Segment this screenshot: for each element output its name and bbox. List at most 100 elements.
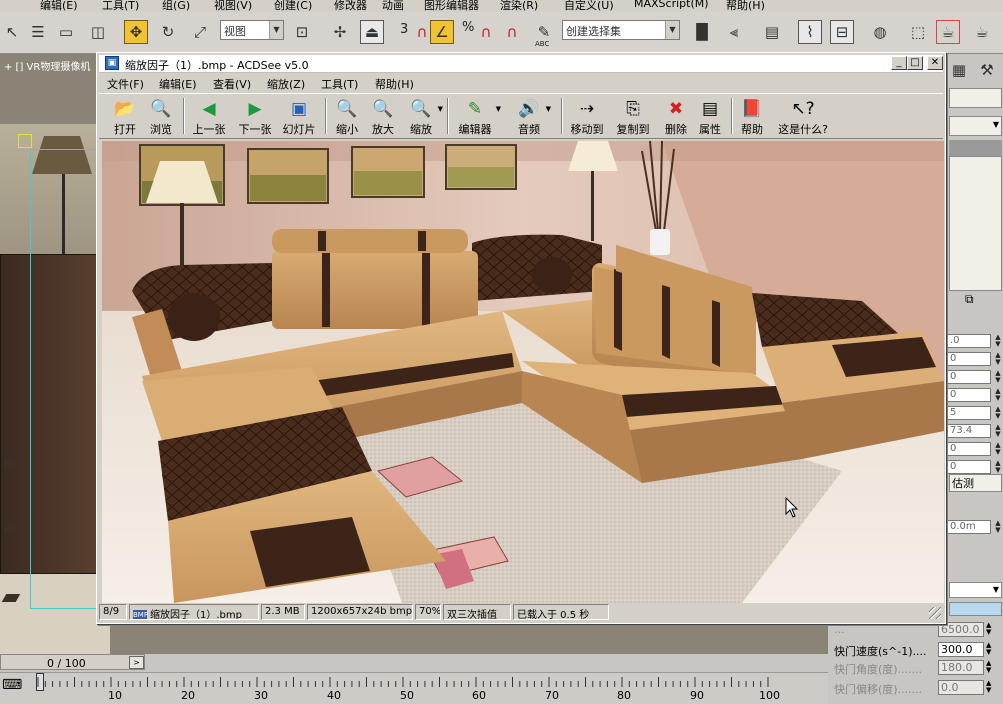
next-button[interactable]: ▶ 下一张 — [233, 96, 277, 138]
spinner-icon[interactable]: ▲ ▼ — [993, 370, 1003, 384]
max-menu-graph-editors[interactable]: 图形编辑器 — [424, 0, 479, 12]
max-menu-create[interactable]: 创建(C) — [274, 0, 312, 12]
rectangular-selection-icon[interactable]: ▭ — [54, 20, 78, 44]
configure-modifier-sets-icon[interactable]: ⧉ — [965, 292, 974, 307]
keyboard-shortcut-override-icon[interactable]: ⏏ — [360, 20, 384, 44]
zoom-out-button[interactable]: 🔍 缩小 — [329, 96, 365, 138]
chevron-down-icon[interactable]: ▼ — [496, 105, 501, 113]
max-menu-rendering[interactable]: 渲染(R) — [500, 0, 538, 12]
menu-file[interactable]: 文件(F) — [107, 76, 144, 92]
reference-coordinate-combo[interactable]: 视图 ▼ — [220, 20, 284, 40]
delete-button[interactable]: ✖ 删除 — [659, 96, 693, 138]
percent-snap-magnet-icon[interactable]: ∩ — [474, 20, 498, 44]
max-menu-help[interactable]: 帮助(H) — [726, 0, 765, 12]
param-field-7[interactable]: 0 — [947, 460, 991, 474]
render-production-teapot-icon[interactable]: ☕ — [970, 20, 994, 44]
move-to-button[interactable]: ⇢ 移动到 — [565, 96, 609, 138]
spinner-snap-icon[interactable]: ∩ — [500, 20, 524, 44]
param-field-6[interactable]: 0 — [947, 442, 991, 456]
previous-button[interactable]: ◀ 上一张 — [187, 96, 231, 138]
pivot-center-icon[interactable]: ⊡ — [290, 20, 314, 44]
menu-tools[interactable]: 工具(T) — [321, 76, 358, 92]
properties-button[interactable]: ▤ 属性 — [693, 96, 727, 138]
modify-panel-icon[interactable]: ▦ — [947, 58, 971, 82]
estimate-button[interactable]: 估测 — [949, 474, 1002, 492]
max-menu-edit[interactable]: 编辑(E) — [40, 0, 78, 12]
param-field-3[interactable]: 0 — [947, 388, 991, 402]
rendered-frame-teapot-icon[interactable]: ☕ — [936, 20, 960, 44]
max-menu-tools[interactable]: 工具(T) — [102, 0, 139, 12]
zoom-button[interactable]: 🔍 缩放 ▼ — [401, 96, 443, 138]
select-object-icon[interactable]: ↖ — [0, 20, 24, 44]
color-swatch[interactable] — [949, 602, 1002, 616]
viewport-label[interactable]: + [] VR物理摄像机 — [4, 58, 90, 73]
named-selection-set-combo[interactable]: 创建选择集 ▼ — [562, 20, 680, 40]
percent-snap-label[interactable]: % — [462, 20, 474, 35]
maximize-button[interactable]: □ — [907, 56, 923, 70]
spinner-icon[interactable]: ▲ ▼ — [993, 406, 1003, 420]
spinner-icon[interactable]: ▲ ▼ — [986, 660, 991, 674]
editor-button[interactable]: ✎ 编辑器 ▼ — [451, 96, 502, 138]
param-combo[interactable]: ▼ — [949, 582, 1002, 598]
distance-field[interactable]: 0.0m — [947, 520, 991, 534]
select-rotate-icon[interactable]: ↻ — [156, 20, 180, 44]
max-menu-maxscript[interactable]: MAXScript(M) — [634, 0, 709, 10]
minimize-button[interactable]: _ — [891, 56, 907, 70]
param-value[interactable]: 180.0 — [938, 660, 984, 675]
help-button[interactable]: 📕 帮助 — [735, 96, 769, 138]
chevron-down-icon[interactable]: ▼ — [438, 105, 443, 113]
param-value[interactable]: 0.0 — [938, 680, 984, 695]
open-button[interactable]: 📂 打开 — [107, 96, 143, 138]
menu-help[interactable]: 帮助(H) — [375, 76, 414, 92]
time-slider[interactable]: 0 / 100 > — [0, 654, 145, 670]
max-menu-view[interactable]: 视图(V) — [214, 0, 252, 12]
param-value[interactable]: 300.0 — [938, 642, 984, 657]
image-view[interactable] — [102, 141, 944, 603]
key-filter-icon[interactable]: ⌨ — [2, 677, 22, 693]
mirror-icon[interactable]: ▐▌ — [690, 20, 714, 44]
spinner-icon[interactable]: ▲ ▼ — [986, 622, 991, 636]
max-menu-customize[interactable]: 自定义(U) — [564, 0, 614, 12]
audio-button[interactable]: 🔊 音频 ▼ — [509, 96, 551, 138]
spinner-icon[interactable]: ▲ ▼ — [986, 680, 991, 694]
spinner-icon[interactable]: ▲ ▼ — [993, 442, 1003, 456]
next-frame-button[interactable]: > — [129, 656, 144, 669]
acdsee-title-bar[interactable]: ▣ 缩放因子（1）.bmp - ACDSee v5.0 _ □ ✕ — [99, 55, 943, 73]
select-scale-icon[interactable]: ⤢ — [188, 20, 212, 44]
modifier-stack-list[interactable] — [949, 156, 1002, 291]
browse-button[interactable]: 🔍 浏览 — [143, 96, 179, 138]
modifier-list-combo[interactable]: ▼ — [949, 116, 1002, 136]
max-menu-animation[interactable]: 动画 — [382, 0, 404, 12]
max-menu-group[interactable]: 组(G) — [162, 0, 190, 12]
track-bar[interactable]: ⌨ 10 20 30 40 50 60 70 80 90 100 — [0, 672, 828, 704]
manipulate-icon[interactable]: ✢ — [328, 20, 352, 44]
curve-editor-icon[interactable]: ⌇ — [798, 20, 822, 44]
param-field-4[interactable]: 5 — [947, 406, 991, 420]
acdsee-app-icon[interactable]: ▣ — [105, 56, 119, 70]
whats-this-button[interactable]: ↖? 这是什么? — [773, 96, 833, 138]
layer-manager-icon[interactable]: ▤ — [760, 20, 784, 44]
close-button[interactable]: ✕ — [927, 56, 943, 70]
spinner-icon[interactable]: ▲ ▼ — [993, 388, 1003, 402]
param-field-2[interactable]: 0 — [947, 370, 991, 384]
param-value[interactable]: 6500.0 — [938, 622, 984, 637]
material-editor-icon[interactable]: ◍ — [868, 20, 892, 44]
object-name-field[interactable] — [949, 88, 1002, 108]
angle-snap-icon[interactable]: ∠ — [430, 20, 454, 44]
resize-grip-icon[interactable] — [929, 607, 941, 619]
zoom-in-button[interactable]: 🔍 放大 — [365, 96, 401, 138]
menu-zoom[interactable]: 缩放(Z) — [267, 76, 305, 92]
select-move-icon[interactable]: ✥ — [124, 20, 148, 44]
spinner-icon[interactable]: ▲ ▼ — [993, 352, 1003, 366]
snap-toggle-label[interactable]: 3 — [400, 22, 408, 37]
camera-gizmo[interactable] — [18, 134, 32, 148]
align-icon[interactable]: ⫷ — [722, 20, 746, 44]
menu-view[interactable]: 查看(V) — [213, 76, 251, 92]
select-by-name-icon[interactable]: ☰ — [26, 20, 50, 44]
max-menu-modifiers[interactable]: 修改器 — [334, 0, 367, 12]
param-field-5[interactable]: 73.4 — [947, 424, 991, 438]
render-setup-icon[interactable]: ⬚ — [906, 20, 930, 44]
spinner-icon[interactable]: ▲ ▼ — [986, 642, 991, 656]
param-field-0[interactable]: .0 — [947, 334, 991, 348]
chevron-down-icon[interactable]: ▼ — [546, 105, 551, 113]
